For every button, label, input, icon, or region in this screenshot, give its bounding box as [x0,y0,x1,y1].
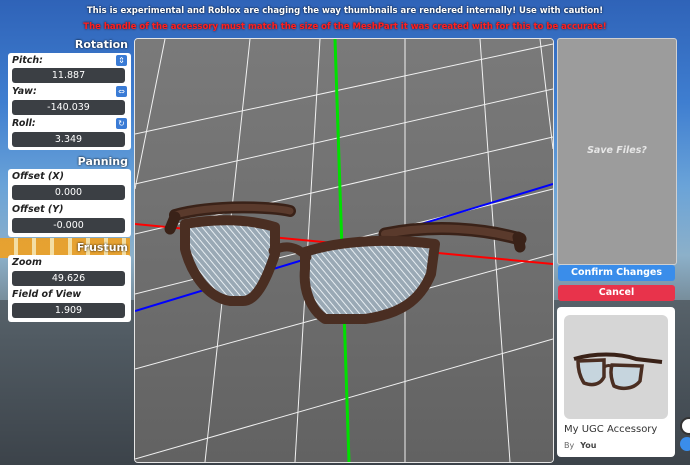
accessory-name: My UGC Accessory [564,424,658,435]
save-files-panel[interactable]: Save Files? [557,38,677,265]
panning-panel: Offset (X) 0.000 Offset (Y) -0.000 [8,169,131,237]
frustum-panel: Zoom 49.626 Field of View 1.909 [8,255,131,322]
save-files-label: Save Files? [587,145,647,156]
pitch-label: Pitch: [12,55,43,66]
creator-name: You [580,441,597,450]
yaw-input[interactable]: -140.039 [12,100,125,115]
preview-viewport[interactable] [134,38,554,463]
frustum-title: Frustum [76,241,128,254]
zoom-label: Zoom [12,257,42,268]
confirm-changes-button[interactable]: Confirm Changes [558,265,675,281]
roll-label: Roll: [12,118,36,129]
rotation-panel: Pitch: ⇕ 11.887 Yaw: ⇔ -140.039 Roll: ↻ … [8,53,131,150]
vertical-arrows-icon[interactable]: ⇕ [116,55,127,66]
accessory-thumbnail [564,315,668,419]
warning-banner: This is experimental and Roblox are chag… [86,6,604,16]
offset-y-input[interactable]: -0.000 [12,218,125,233]
by-label: By [564,441,575,450]
fov-input[interactable]: 1.909 [12,303,125,318]
roll-input[interactable]: 3.349 [12,132,125,147]
fov-label: Field of View [12,289,82,300]
offset-x-input[interactable]: 0.000 [12,185,125,200]
accessory-card[interactable]: My UGC Accessory By You [557,307,675,457]
offset-y-label: Offset (Y) [12,204,64,215]
rotate-icon[interactable]: ↻ [116,118,127,129]
horizontal-arrows-icon[interactable]: ⇔ [116,86,127,97]
offset-x-label: Offset (X) [12,171,64,182]
pitch-input[interactable]: 11.887 [12,68,125,83]
zoom-input[interactable]: 49.626 [12,271,125,286]
yaw-label: Yaw: [12,86,37,97]
toggle-dot-icon[interactable] [680,437,690,451]
handle-note-banner: The handle of the accessory must match t… [83,22,607,32]
glasses-thumbnail-icon [573,352,663,391]
rotation-title: Rotation [74,38,128,51]
cancel-button[interactable]: Cancel [558,285,675,301]
panning-title: Panning [77,155,128,168]
viewport-scene [135,39,553,462]
accessory-creator: By You [564,441,596,450]
